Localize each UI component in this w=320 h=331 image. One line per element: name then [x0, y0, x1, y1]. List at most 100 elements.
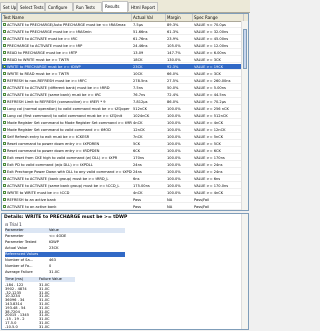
table-row[interactable]: READ to WRITE must be >= TWTR 18CK 130.0% V… — [2, 57, 243, 63]
detail-value: <= 4ODE — [49, 234, 67, 238]
cell-test-name: ACTIVATE to ACTIVATE (bank group) must b… — [7, 177, 109, 181]
col-header-actual-val[interactable]: Actual Val — [132, 14, 166, 21]
table-row[interactable]: PRECHARGE to ACTIVATE must be >= tRP 24.4… — [2, 43, 243, 49]
cell-margin: 100.0% — [167, 107, 181, 111]
detail-field: Number of Fa... 0 — [5, 264, 125, 269]
cell-spec-range: VALUE >= 6.00ns — [194, 51, 226, 55]
table-row[interactable]: Exit reset from CKE high to valid comman… — [2, 155, 243, 161]
detail-key: Parameter — [5, 228, 24, 232]
table-row[interactable]: WRITE to PRECHARGE must be >= tDWP 23CK 92… — [2, 64, 243, 70]
pass-check-icon — [3, 142, 6, 145]
pass-check-icon — [3, 177, 6, 180]
col-header-spec-range[interactable]: Spec Range — [193, 14, 244, 21]
cell-test-name: ACTIVATE to ACTIVATE (different bank) mu… — [7, 86, 110, 90]
detail-field[interactable]: Referenced Values — [5, 252, 125, 257]
cell-test-name: Mode Register Set command to Mode Regist… — [7, 121, 132, 125]
tab-select-tests[interactable]: Select Tests — [17, 2, 45, 11]
table-row[interactable]: ACTIVATE to ACTIVATE (same bank) must be… — [2, 92, 243, 98]
table-row[interactable]: WRITE to READ must be >= TWTR 10CK 66.0% VA… — [2, 71, 243, 77]
grid-scrollbar[interactable] — [241, 21, 248, 210]
cell-test-name: ACTIVATE to PRECHARGE must be >= tRASmin — [7, 30, 92, 34]
cell-margin: 100.0% — [167, 142, 181, 146]
table-row[interactable]: ACTIVATE to ACTIVATE (bank group) must b… — [2, 176, 243, 182]
cell-spec-range: VALUE >= 6CK — [194, 149, 221, 153]
table-row[interactable]: Long cal (first command) to valid comman… — [2, 113, 243, 119]
table-row[interactable]: Exit Precharge Power Down with DLL to an… — [2, 169, 243, 175]
detail-value: Value — [49, 228, 59, 232]
cell-spec-range: VALUE >= 256 nCK — [194, 107, 229, 111]
table-row[interactable]: REFRESH to non-REFRESH must be >= tRFC 27… — [2, 78, 243, 84]
cell-spec-range: Pass/Fail — [194, 205, 210, 209]
cell-test-name: Reset command to power down entry >= tXP… — [7, 142, 100, 146]
cell-actual-value: 170ns — [133, 156, 145, 160]
list-header-value: Failure Value — [39, 277, 62, 281]
cell-spec-range: VALUE >= 170.0ns — [194, 184, 229, 188]
cell-spec-range: VALUE >= 45.00ns — [194, 37, 229, 41]
table-row[interactable]: Reset command to power down entry >= tRD… — [2, 148, 243, 154]
table-row[interactable]: Mode Register Set command to valid comma… — [2, 127, 243, 133]
cell-actual-value: 76.7ns — [133, 93, 146, 97]
grid-scrollbar-thumb[interactable] — [243, 29, 247, 69]
cell-spec-range: VALUE >= 12nCK — [194, 128, 226, 132]
detail-key: Average Failure — [5, 270, 33, 274]
cell-test-name: Exit reset from CKE high to valid comman… — [7, 156, 118, 160]
cell-test-name: READ to WRITE must be >= TWTR — [7, 58, 70, 62]
cell-test-name: Self Refresh entry to exit must be >= tC… — [7, 135, 90, 139]
pass-check-icon — [3, 65, 6, 68]
table-row[interactable]: ACTIVATE to ACTIVATE (same bank group) m… — [2, 183, 243, 189]
table-row[interactable]: ACTIVATE to ACTIVATE must be >= tRC 61.76… — [2, 36, 243, 42]
pass-check-icon — [3, 107, 6, 110]
cell-margin: 105.0% — [167, 44, 181, 48]
table-row[interactable]: WRITE to WRITE must be >= tCCD 4nCK 100.0%… — [2, 190, 243, 196]
detail-field: Parameter Tested tDWP — [5, 240, 125, 245]
grid-header: Test Name Actual Val Margin Spec Range — [2, 14, 248, 22]
cell-test-name: REFRESH to an active bank — [7, 198, 57, 202]
cell-actual-value: 6ns — [133, 177, 140, 181]
details-scrollbar[interactable] — [241, 214, 248, 329]
tab-results[interactable]: Results — [102, 1, 128, 12]
tab-run-tests[interactable]: Run Tests — [73, 2, 102, 11]
cell-actual-value: 278.5ns — [133, 79, 148, 83]
pass-check-icon — [3, 51, 6, 54]
table-row[interactable]: Long cal (normal operation) to valid com… — [2, 106, 243, 112]
table-row[interactable]: READ to PRECHARGE must be >= tRTP 13.09 14… — [2, 50, 243, 56]
cell-margin: 89.3% — [167, 23, 179, 27]
table-row[interactable]: ACTIVATE to an active bank Pass NA Pass/Fai… — [2, 204, 243, 210]
table-row[interactable]: Exit PD to valid command (w/o DLL) >= tX… — [2, 162, 243, 168]
cell-test-name: Reset command to power down entry >= tRD… — [7, 149, 100, 153]
table-row[interactable]: ACTIVATE to PRECHARGE(Auto PRECHARGE mus… — [2, 22, 243, 28]
cell-actual-value: 61.76ns — [133, 37, 148, 41]
cell-test-name: WRITE to READ must be >= TWTR — [7, 72, 70, 76]
list-item-time: -10.5.0 — [5, 324, 18, 329]
cell-actual-value: 24ns — [133, 163, 142, 167]
table-row[interactable]: Mode Register Set command to Mode Regist… — [2, 120, 243, 126]
pass-check-icon — [3, 30, 6, 33]
table-row[interactable]: Reset command to power down entry >= tXP… — [2, 141, 243, 147]
details-title: Details: WRITE to PRECHARGE must be >= t… — [4, 215, 128, 220]
col-header-margin[interactable]: Margin — [166, 14, 193, 21]
pass-check-icon — [3, 37, 6, 40]
detail-field: Average Failure 31.0C — [5, 270, 125, 275]
table-row[interactable]: REFRESH to an active bank Pass NA Pass/Fail — [2, 197, 243, 203]
cell-spec-range: VALUE >= 4nCK — [194, 121, 224, 125]
table-row[interactable]: ACTIVATE to PRECHARGE must be >= tRASmin… — [2, 29, 243, 35]
table-row[interactable]: REFRESH Limit to REFRESH (consecutive) >… — [2, 99, 243, 105]
table-row[interactable]: ACTIVATE to ACTIVATE (different bank) mu… — [2, 85, 243, 91]
pass-check-icon — [3, 191, 6, 194]
table-row[interactable]: Self Refresh entry to exit must be >= tC… — [2, 134, 243, 140]
cell-margin: 50.0% — [167, 86, 179, 90]
col-header-test-name[interactable]: Test Name — [2, 14, 132, 21]
cell-margin: 23.9% — [167, 37, 179, 41]
cell-actual-value: 24ns — [133, 170, 142, 174]
tab-set-up[interactable]: Set Up — [0, 2, 17, 11]
tab-configure[interactable]: Configure — [45, 2, 73, 11]
pass-check-icon — [3, 121, 6, 124]
cell-spec-range: VALUE >= 5CK — [194, 142, 221, 146]
pass-check-icon — [3, 100, 6, 103]
trial-node[interactable]: ⊟ Trial 1 — [5, 222, 22, 227]
pass-check-icon — [3, 86, 6, 89]
tab-html-report[interactable]: Html Report — [128, 2, 158, 11]
cell-test-name: ACTIVATE to ACTIVATE must be >= tRC — [7, 37, 78, 41]
cell-spec-range: VALUE >= 70.2µs — [194, 100, 226, 104]
pass-check-icon — [3, 135, 6, 138]
